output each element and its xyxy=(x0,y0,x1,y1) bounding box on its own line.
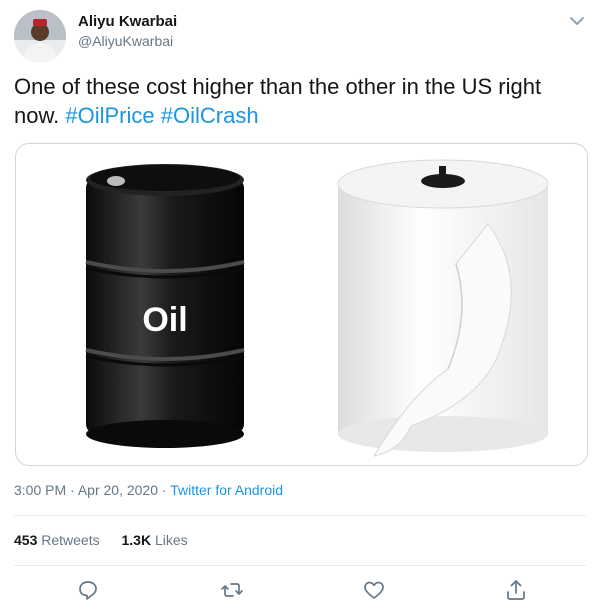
tweet-media[interactable]: Oil xyxy=(15,143,588,466)
tweet-time[interactable]: 3:00 PM xyxy=(14,482,66,498)
share-icon[interactable] xyxy=(504,578,528,602)
meta-separator: · xyxy=(70,482,75,498)
likes-label: Likes xyxy=(154,532,188,548)
oil-barrel: Oil xyxy=(85,164,245,448)
meta-separator: · xyxy=(161,482,167,498)
hashtag-oilcrash[interactable]: #OilCrash xyxy=(161,103,259,128)
tweet-date[interactable]: Apr 20, 2020 xyxy=(78,482,158,498)
reply-icon[interactable] xyxy=(76,578,100,602)
divider xyxy=(14,515,586,516)
paper-towel-roll xyxy=(337,159,549,457)
tweet-meta: 3:00 PM · Apr 20, 2020 · Twitter for And… xyxy=(14,482,283,498)
tweet-text: One of these cost higher than the other … xyxy=(14,72,574,130)
likes-stat[interactable]: 1.3K Likes xyxy=(122,532,188,548)
avatar[interactable] xyxy=(14,10,66,62)
tweet-card: Aliyu Kwarbai @AliyuKwarbai One of these… xyxy=(0,0,600,614)
hashtag-oilprice[interactable]: #OilPrice xyxy=(65,103,154,128)
action-bar xyxy=(0,578,600,606)
retweets-stat[interactable]: 453 Retweets xyxy=(14,532,100,548)
retweets-label: Retweets xyxy=(41,532,100,548)
divider xyxy=(14,565,586,566)
heart-icon[interactable] xyxy=(362,578,386,602)
retweets-count: 453 xyxy=(14,532,38,548)
author-name[interactable]: Aliyu Kwarbai xyxy=(78,13,177,30)
likes-count: 1.3K xyxy=(121,532,152,548)
media-image: Oil xyxy=(85,159,549,457)
tweet-stats: 453 Retweets 1.3K Likes xyxy=(14,532,206,548)
retweet-icon[interactable] xyxy=(220,578,244,602)
chevron-down-icon[interactable] xyxy=(566,10,588,32)
barrel-label: Oil xyxy=(142,301,187,339)
author-handle[interactable]: @AliyuKwarbai xyxy=(78,33,173,49)
tweet-source[interactable]: Twitter for Android xyxy=(170,482,283,498)
avatar-image xyxy=(14,10,66,62)
